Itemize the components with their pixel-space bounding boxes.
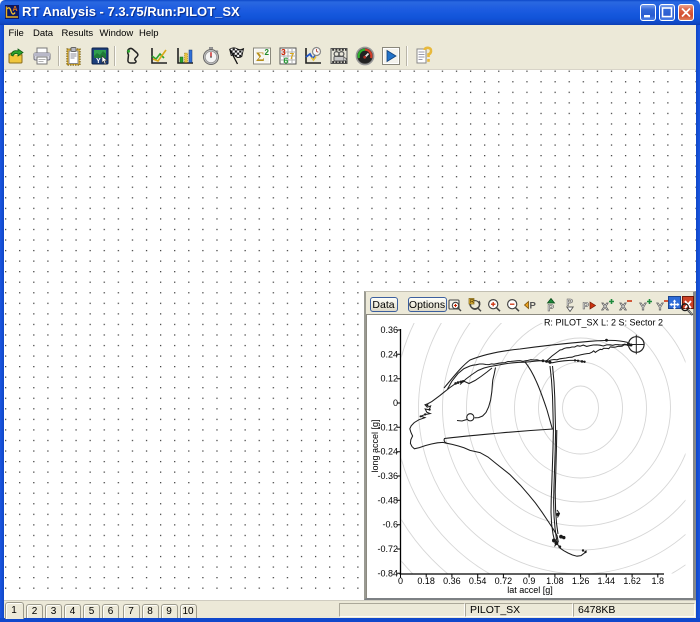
svg-text:R: R (470, 299, 474, 305)
svg-text:0: 0 (393, 398, 398, 408)
svg-text:7: 7 (289, 51, 294, 61)
svg-text:0.18: 0.18 (417, 576, 435, 586)
svg-text:2: 2 (265, 48, 270, 57)
svg-text:Y: Y (96, 58, 101, 65)
svg-text:-0.24: -0.24 (377, 447, 398, 457)
svg-text:P: P (529, 301, 536, 312)
svg-text:X: X (620, 301, 627, 312)
svg-text:1.26: 1.26 (572, 576, 590, 586)
svg-text:Σ: Σ (256, 49, 265, 64)
svg-text:0.36: 0.36 (443, 576, 461, 586)
svg-text:1.44: 1.44 (598, 576, 616, 586)
svg-text:0.12: 0.12 (380, 374, 398, 384)
svg-text:-0.84: -0.84 (377, 568, 398, 578)
svg-text:-0.12: -0.12 (377, 422, 398, 432)
svg-text:0.54: 0.54 (469, 576, 487, 586)
svg-text:0.36: 0.36 (380, 325, 398, 335)
svg-text:-0.36: -0.36 (377, 471, 398, 481)
svg-text:A: A (13, 6, 18, 13)
svg-text:-0.6: -0.6 (382, 520, 398, 530)
svg-text:Y: Y (640, 301, 647, 312)
svg-text:Y: Y (657, 301, 664, 312)
svg-text:long accel [g]: long accel [g] (370, 419, 380, 472)
svg-text:1.62: 1.62 (623, 576, 641, 586)
svg-text:6: 6 (283, 56, 288, 66)
svg-text:-0.72: -0.72 (377, 544, 398, 554)
svg-text:0: 0 (398, 576, 403, 586)
svg-text:X: X (602, 301, 609, 312)
svg-text:P: P (548, 303, 555, 312)
svg-text:lat accel [g]: lat accel [g] (507, 585, 553, 595)
svg-text:P: P (582, 301, 589, 312)
svg-text:-0.48: -0.48 (377, 495, 398, 505)
svg-text:0.24: 0.24 (380, 349, 398, 359)
svg-text:1.8: 1.8 (652, 576, 665, 586)
svg-text:R: PILOT_SX L: 2 S: Sector 2: R: PILOT_SX L: 2 S: Sector 2 (544, 318, 663, 328)
